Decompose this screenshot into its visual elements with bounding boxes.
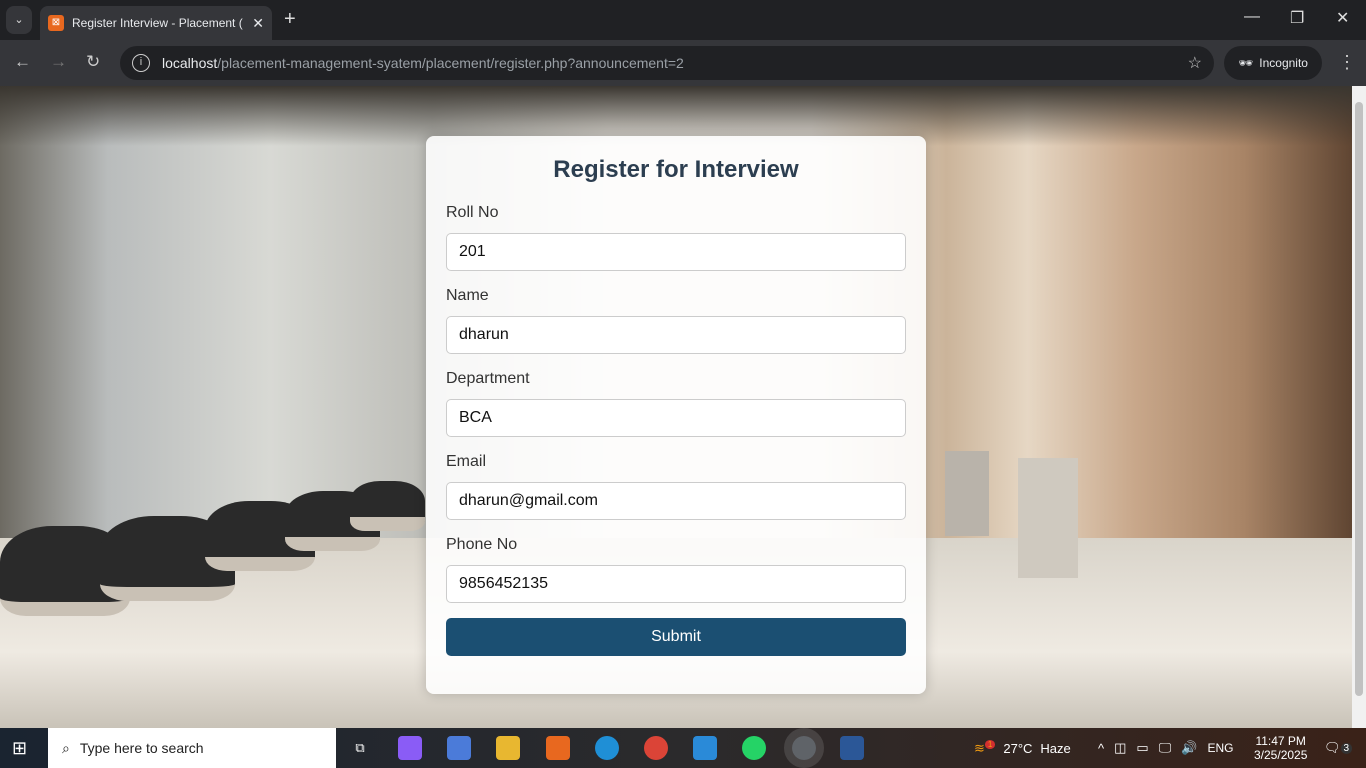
weather-widget[interactable]: ≋ 1 27°C Haze [974, 728, 1071, 768]
browser-menu-icon[interactable]: ⋮ [1338, 52, 1356, 73]
site-info-icon[interactable]: i [132, 54, 150, 72]
volume-icon[interactable]: 🔊 [1181, 740, 1197, 756]
department-label: Department [446, 370, 530, 387]
scrollbar-thumb[interactable] [1355, 102, 1363, 696]
copilot-icon[interactable] [398, 736, 422, 760]
whatsapp-icon[interactable] [742, 736, 766, 760]
forward-icon[interactable]: → [50, 52, 67, 72]
phone-input[interactable] [446, 565, 906, 603]
clock-date: 3/25/2025 [1254, 748, 1308, 762]
phone-label: Phone No [446, 536, 518, 553]
xampp-favicon-icon: ⊠ [48, 15, 64, 31]
edge-icon[interactable] [595, 736, 619, 760]
email-input[interactable] [446, 482, 906, 520]
clock-time: 11:47 PM [1255, 734, 1306, 748]
show-hidden-icons-icon[interactable]: ^ [1098, 741, 1104, 756]
search-placeholder: Type here to search [79, 740, 204, 756]
notification-count: 3 [1340, 742, 1353, 754]
minimize-button[interactable]: — [1244, 8, 1260, 26]
url-host: localhost [162, 55, 218, 71]
incognito-icon: 🕶 [1238, 56, 1254, 70]
page-scrollbar[interactable] [1352, 86, 1366, 728]
form-title: Register for Interview [553, 156, 799, 183]
tab-bar: ⌄ ⊠ Register Interview - Placement ( ✕ +… [0, 0, 1366, 40]
clock[interactable]: 11:47 PM 3/25/2025 [1254, 728, 1307, 768]
email-label: Email [446, 453, 487, 470]
background-chair [350, 481, 425, 531]
language-indicator[interactable]: ENG [1207, 741, 1233, 755]
reload-icon[interactable]: ↻ [86, 52, 100, 72]
weather-badge: 1 [984, 739, 996, 749]
chrome-incognito-icon[interactable] [784, 728, 824, 768]
incognito-indicator[interactable]: 🕶 Incognito [1224, 46, 1322, 80]
roll-no-label: Roll No [446, 204, 499, 221]
weather-temp: 27°C [1003, 740, 1033, 756]
bookmark-star-icon[interactable]: ☆ [1188, 53, 1202, 73]
camera-icon[interactable]: ◫ [1114, 740, 1126, 756]
tab-title: Register Interview - Placement ( [72, 16, 243, 30]
url-path: /placement-management-syatem/placement/r… [217, 55, 684, 71]
battery-icon[interactable]: ▭ [1136, 740, 1148, 756]
vscode-icon[interactable] [693, 736, 717, 760]
taskbar-search-box[interactable]: ⌕ Type here to search [48, 728, 336, 768]
search-icon: ⌕ [62, 739, 70, 756]
background-planter [1018, 458, 1078, 578]
windows-start-icon[interactable]: ⊞ [12, 738, 27, 759]
store-icon[interactable] [447, 736, 471, 760]
register-form: Register for Interview Roll No Name Depa… [426, 136, 926, 694]
name-input[interactable] [446, 316, 906, 354]
new-tab-button[interactable]: + [284, 8, 296, 31]
address-bar[interactable]: i localhost/placement-management-syatem/… [120, 46, 1214, 80]
browser-tab[interactable]: ⊠ Register Interview - Placement ( ✕ [40, 6, 272, 40]
department-input[interactable] [446, 399, 906, 437]
task-view-icon[interactable]: ⧉ [348, 736, 372, 760]
word-icon[interactable] [840, 736, 864, 760]
back-icon[interactable]: ← [14, 52, 31, 72]
close-tab-icon[interactable]: ✕ [252, 15, 264, 32]
name-label: Name [446, 287, 489, 304]
network-icon[interactable]: 🖵 [1159, 740, 1172, 756]
tab-search-button[interactable]: ⌄ [6, 6, 32, 34]
notification-icon: 🗨 [1324, 740, 1341, 755]
restore-button[interactable]: ❐ [1290, 8, 1304, 28]
background-planter [945, 451, 989, 536]
roll-no-input[interactable] [446, 233, 906, 271]
taskbar: ⊞ ⌕ Type here to search ⧉ ≋ 1 27°C Haze ^ … [0, 728, 1366, 768]
notification-center-button[interactable]: 🗨 3 [1324, 728, 1353, 768]
close-window-button[interactable]: ✕ [1336, 8, 1349, 28]
chrome-icon[interactable] [644, 736, 668, 760]
xampp-icon[interactable] [546, 736, 570, 760]
incognito-label: Incognito [1259, 56, 1308, 70]
browser-toolbar: ← → ↻ i localhost/placement-management-s… [0, 40, 1366, 86]
file-explorer-icon[interactable] [496, 736, 520, 760]
weather-text: Haze [1040, 740, 1071, 756]
weather-icon: ≋ 1 [974, 739, 996, 756]
submit-button[interactable]: Submit [446, 618, 906, 656]
